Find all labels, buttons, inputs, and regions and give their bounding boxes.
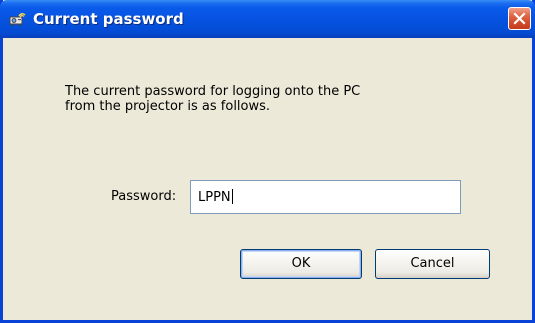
title-bar[interactable]: Current password: [0, 0, 535, 38]
password-field[interactable]: LPPN: [190, 180, 461, 214]
cancel-button[interactable]: Cancel: [375, 249, 490, 279]
message-text: The current password for logging onto th…: [65, 84, 465, 114]
close-button[interactable]: [508, 7, 531, 30]
projector-network-icon: [9, 11, 27, 27]
password-label: Password:: [111, 189, 177, 204]
ok-button[interactable]: OK: [240, 249, 362, 279]
close-icon: [513, 12, 526, 25]
message-line-1: The current password for logging onto th…: [65, 84, 361, 99]
dialog-window: Current password The current password fo…: [0, 0, 535, 323]
window-title: Current password: [33, 10, 184, 28]
password-value: LPPN: [198, 190, 231, 205]
text-caret: [231, 189, 233, 204]
message-line-2: from the projector is as follows.: [65, 99, 271, 114]
